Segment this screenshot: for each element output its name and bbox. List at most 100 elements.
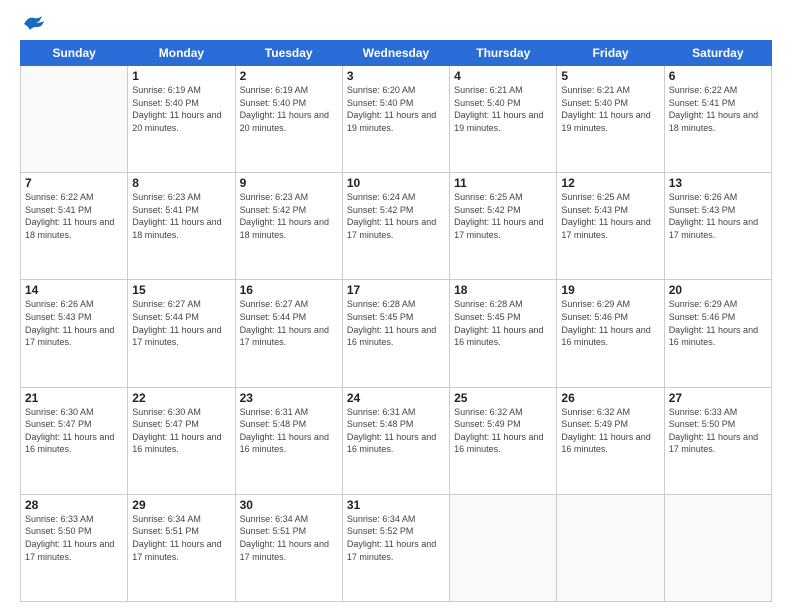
day-info: Sunrise: 6:33 AM Sunset: 5:50 PM Dayligh… (25, 513, 123, 563)
table-row: 13Sunrise: 6:26 AM Sunset: 5:43 PM Dayli… (664, 173, 771, 280)
day-number: 6 (669, 69, 767, 83)
day-info: Sunrise: 6:34 AM Sunset: 5:51 PM Dayligh… (132, 513, 230, 563)
table-row (664, 494, 771, 601)
day-number: 18 (454, 283, 552, 297)
day-number: 8 (132, 176, 230, 190)
day-number: 29 (132, 498, 230, 512)
day-info: Sunrise: 6:28 AM Sunset: 5:45 PM Dayligh… (454, 298, 552, 348)
day-number: 16 (240, 283, 338, 297)
day-number: 13 (669, 176, 767, 190)
table-row: 25Sunrise: 6:32 AM Sunset: 5:49 PM Dayli… (450, 387, 557, 494)
logo-bird-icon (22, 14, 46, 32)
day-info: Sunrise: 6:26 AM Sunset: 5:43 PM Dayligh… (669, 191, 767, 241)
table-row: 23Sunrise: 6:31 AM Sunset: 5:48 PM Dayli… (235, 387, 342, 494)
day-number: 15 (132, 283, 230, 297)
day-number: 11 (454, 176, 552, 190)
day-number: 25 (454, 391, 552, 405)
day-number: 20 (669, 283, 767, 297)
col-tuesday: Tuesday (235, 41, 342, 66)
table-row: 31Sunrise: 6:34 AM Sunset: 5:52 PM Dayli… (342, 494, 449, 601)
day-number: 7 (25, 176, 123, 190)
day-number: 2 (240, 69, 338, 83)
table-row: 17Sunrise: 6:28 AM Sunset: 5:45 PM Dayli… (342, 280, 449, 387)
day-number: 14 (25, 283, 123, 297)
calendar-week-row: 28Sunrise: 6:33 AM Sunset: 5:50 PM Dayli… (21, 494, 772, 601)
day-number: 21 (25, 391, 123, 405)
day-info: Sunrise: 6:34 AM Sunset: 5:52 PM Dayligh… (347, 513, 445, 563)
table-row: 29Sunrise: 6:34 AM Sunset: 5:51 PM Dayli… (128, 494, 235, 601)
table-row: 5Sunrise: 6:21 AM Sunset: 5:40 PM Daylig… (557, 66, 664, 173)
day-number: 19 (561, 283, 659, 297)
table-row: 16Sunrise: 6:27 AM Sunset: 5:44 PM Dayli… (235, 280, 342, 387)
day-number: 26 (561, 391, 659, 405)
table-row: 8Sunrise: 6:23 AM Sunset: 5:41 PM Daylig… (128, 173, 235, 280)
col-thursday: Thursday (450, 41, 557, 66)
calendar-week-row: 1Sunrise: 6:19 AM Sunset: 5:40 PM Daylig… (21, 66, 772, 173)
table-row: 22Sunrise: 6:30 AM Sunset: 5:47 PM Dayli… (128, 387, 235, 494)
col-wednesday: Wednesday (342, 41, 449, 66)
table-row: 7Sunrise: 6:22 AM Sunset: 5:41 PM Daylig… (21, 173, 128, 280)
table-row: 26Sunrise: 6:32 AM Sunset: 5:49 PM Dayli… (557, 387, 664, 494)
table-row: 12Sunrise: 6:25 AM Sunset: 5:43 PM Dayli… (557, 173, 664, 280)
day-number: 3 (347, 69, 445, 83)
day-number: 23 (240, 391, 338, 405)
calendar-table: Sunday Monday Tuesday Wednesday Thursday… (20, 40, 772, 602)
day-info: Sunrise: 6:22 AM Sunset: 5:41 PM Dayligh… (25, 191, 123, 241)
day-number: 4 (454, 69, 552, 83)
col-friday: Friday (557, 41, 664, 66)
day-info: Sunrise: 6:25 AM Sunset: 5:43 PM Dayligh… (561, 191, 659, 241)
table-row: 21Sunrise: 6:30 AM Sunset: 5:47 PM Dayli… (21, 387, 128, 494)
table-row (21, 66, 128, 173)
day-number: 22 (132, 391, 230, 405)
calendar-header-row: Sunday Monday Tuesday Wednesday Thursday… (21, 41, 772, 66)
day-info: Sunrise: 6:26 AM Sunset: 5:43 PM Dayligh… (25, 298, 123, 348)
table-row: 18Sunrise: 6:28 AM Sunset: 5:45 PM Dayli… (450, 280, 557, 387)
calendar-week-row: 7Sunrise: 6:22 AM Sunset: 5:41 PM Daylig… (21, 173, 772, 280)
day-info: Sunrise: 6:29 AM Sunset: 5:46 PM Dayligh… (669, 298, 767, 348)
day-info: Sunrise: 6:30 AM Sunset: 5:47 PM Dayligh… (25, 406, 123, 456)
day-info: Sunrise: 6:32 AM Sunset: 5:49 PM Dayligh… (454, 406, 552, 456)
table-row: 10Sunrise: 6:24 AM Sunset: 5:42 PM Dayli… (342, 173, 449, 280)
table-row: 30Sunrise: 6:34 AM Sunset: 5:51 PM Dayli… (235, 494, 342, 601)
day-info: Sunrise: 6:28 AM Sunset: 5:45 PM Dayligh… (347, 298, 445, 348)
table-row (557, 494, 664, 601)
day-number: 9 (240, 176, 338, 190)
table-row: 19Sunrise: 6:29 AM Sunset: 5:46 PM Dayli… (557, 280, 664, 387)
table-row: 11Sunrise: 6:25 AM Sunset: 5:42 PM Dayli… (450, 173, 557, 280)
day-info: Sunrise: 6:31 AM Sunset: 5:48 PM Dayligh… (240, 406, 338, 456)
table-row: 14Sunrise: 6:26 AM Sunset: 5:43 PM Dayli… (21, 280, 128, 387)
day-info: Sunrise: 6:25 AM Sunset: 5:42 PM Dayligh… (454, 191, 552, 241)
header (20, 16, 772, 32)
day-number: 10 (347, 176, 445, 190)
col-monday: Monday (128, 41, 235, 66)
day-info: Sunrise: 6:33 AM Sunset: 5:50 PM Dayligh… (669, 406, 767, 456)
day-info: Sunrise: 6:29 AM Sunset: 5:46 PM Dayligh… (561, 298, 659, 348)
table-row: 20Sunrise: 6:29 AM Sunset: 5:46 PM Dayli… (664, 280, 771, 387)
day-number: 31 (347, 498, 445, 512)
day-info: Sunrise: 6:24 AM Sunset: 5:42 PM Dayligh… (347, 191, 445, 241)
day-info: Sunrise: 6:30 AM Sunset: 5:47 PM Dayligh… (132, 406, 230, 456)
logo (20, 16, 46, 32)
day-number: 30 (240, 498, 338, 512)
day-info: Sunrise: 6:34 AM Sunset: 5:51 PM Dayligh… (240, 513, 338, 563)
day-number: 24 (347, 391, 445, 405)
col-sunday: Sunday (21, 41, 128, 66)
day-info: Sunrise: 6:32 AM Sunset: 5:49 PM Dayligh… (561, 406, 659, 456)
table-row: 28Sunrise: 6:33 AM Sunset: 5:50 PM Dayli… (21, 494, 128, 601)
day-number: 28 (25, 498, 123, 512)
table-row: 9Sunrise: 6:23 AM Sunset: 5:42 PM Daylig… (235, 173, 342, 280)
table-row: 15Sunrise: 6:27 AM Sunset: 5:44 PM Dayli… (128, 280, 235, 387)
table-row (450, 494, 557, 601)
calendar-week-row: 14Sunrise: 6:26 AM Sunset: 5:43 PM Dayli… (21, 280, 772, 387)
page: Sunday Monday Tuesday Wednesday Thursday… (0, 0, 792, 612)
table-row: 2Sunrise: 6:19 AM Sunset: 5:40 PM Daylig… (235, 66, 342, 173)
day-info: Sunrise: 6:23 AM Sunset: 5:41 PM Dayligh… (132, 191, 230, 241)
col-saturday: Saturday (664, 41, 771, 66)
day-info: Sunrise: 6:19 AM Sunset: 5:40 PM Dayligh… (132, 84, 230, 134)
day-info: Sunrise: 6:21 AM Sunset: 5:40 PM Dayligh… (454, 84, 552, 134)
day-info: Sunrise: 6:19 AM Sunset: 5:40 PM Dayligh… (240, 84, 338, 134)
day-info: Sunrise: 6:20 AM Sunset: 5:40 PM Dayligh… (347, 84, 445, 134)
day-info: Sunrise: 6:27 AM Sunset: 5:44 PM Dayligh… (240, 298, 338, 348)
day-info: Sunrise: 6:23 AM Sunset: 5:42 PM Dayligh… (240, 191, 338, 241)
day-number: 12 (561, 176, 659, 190)
